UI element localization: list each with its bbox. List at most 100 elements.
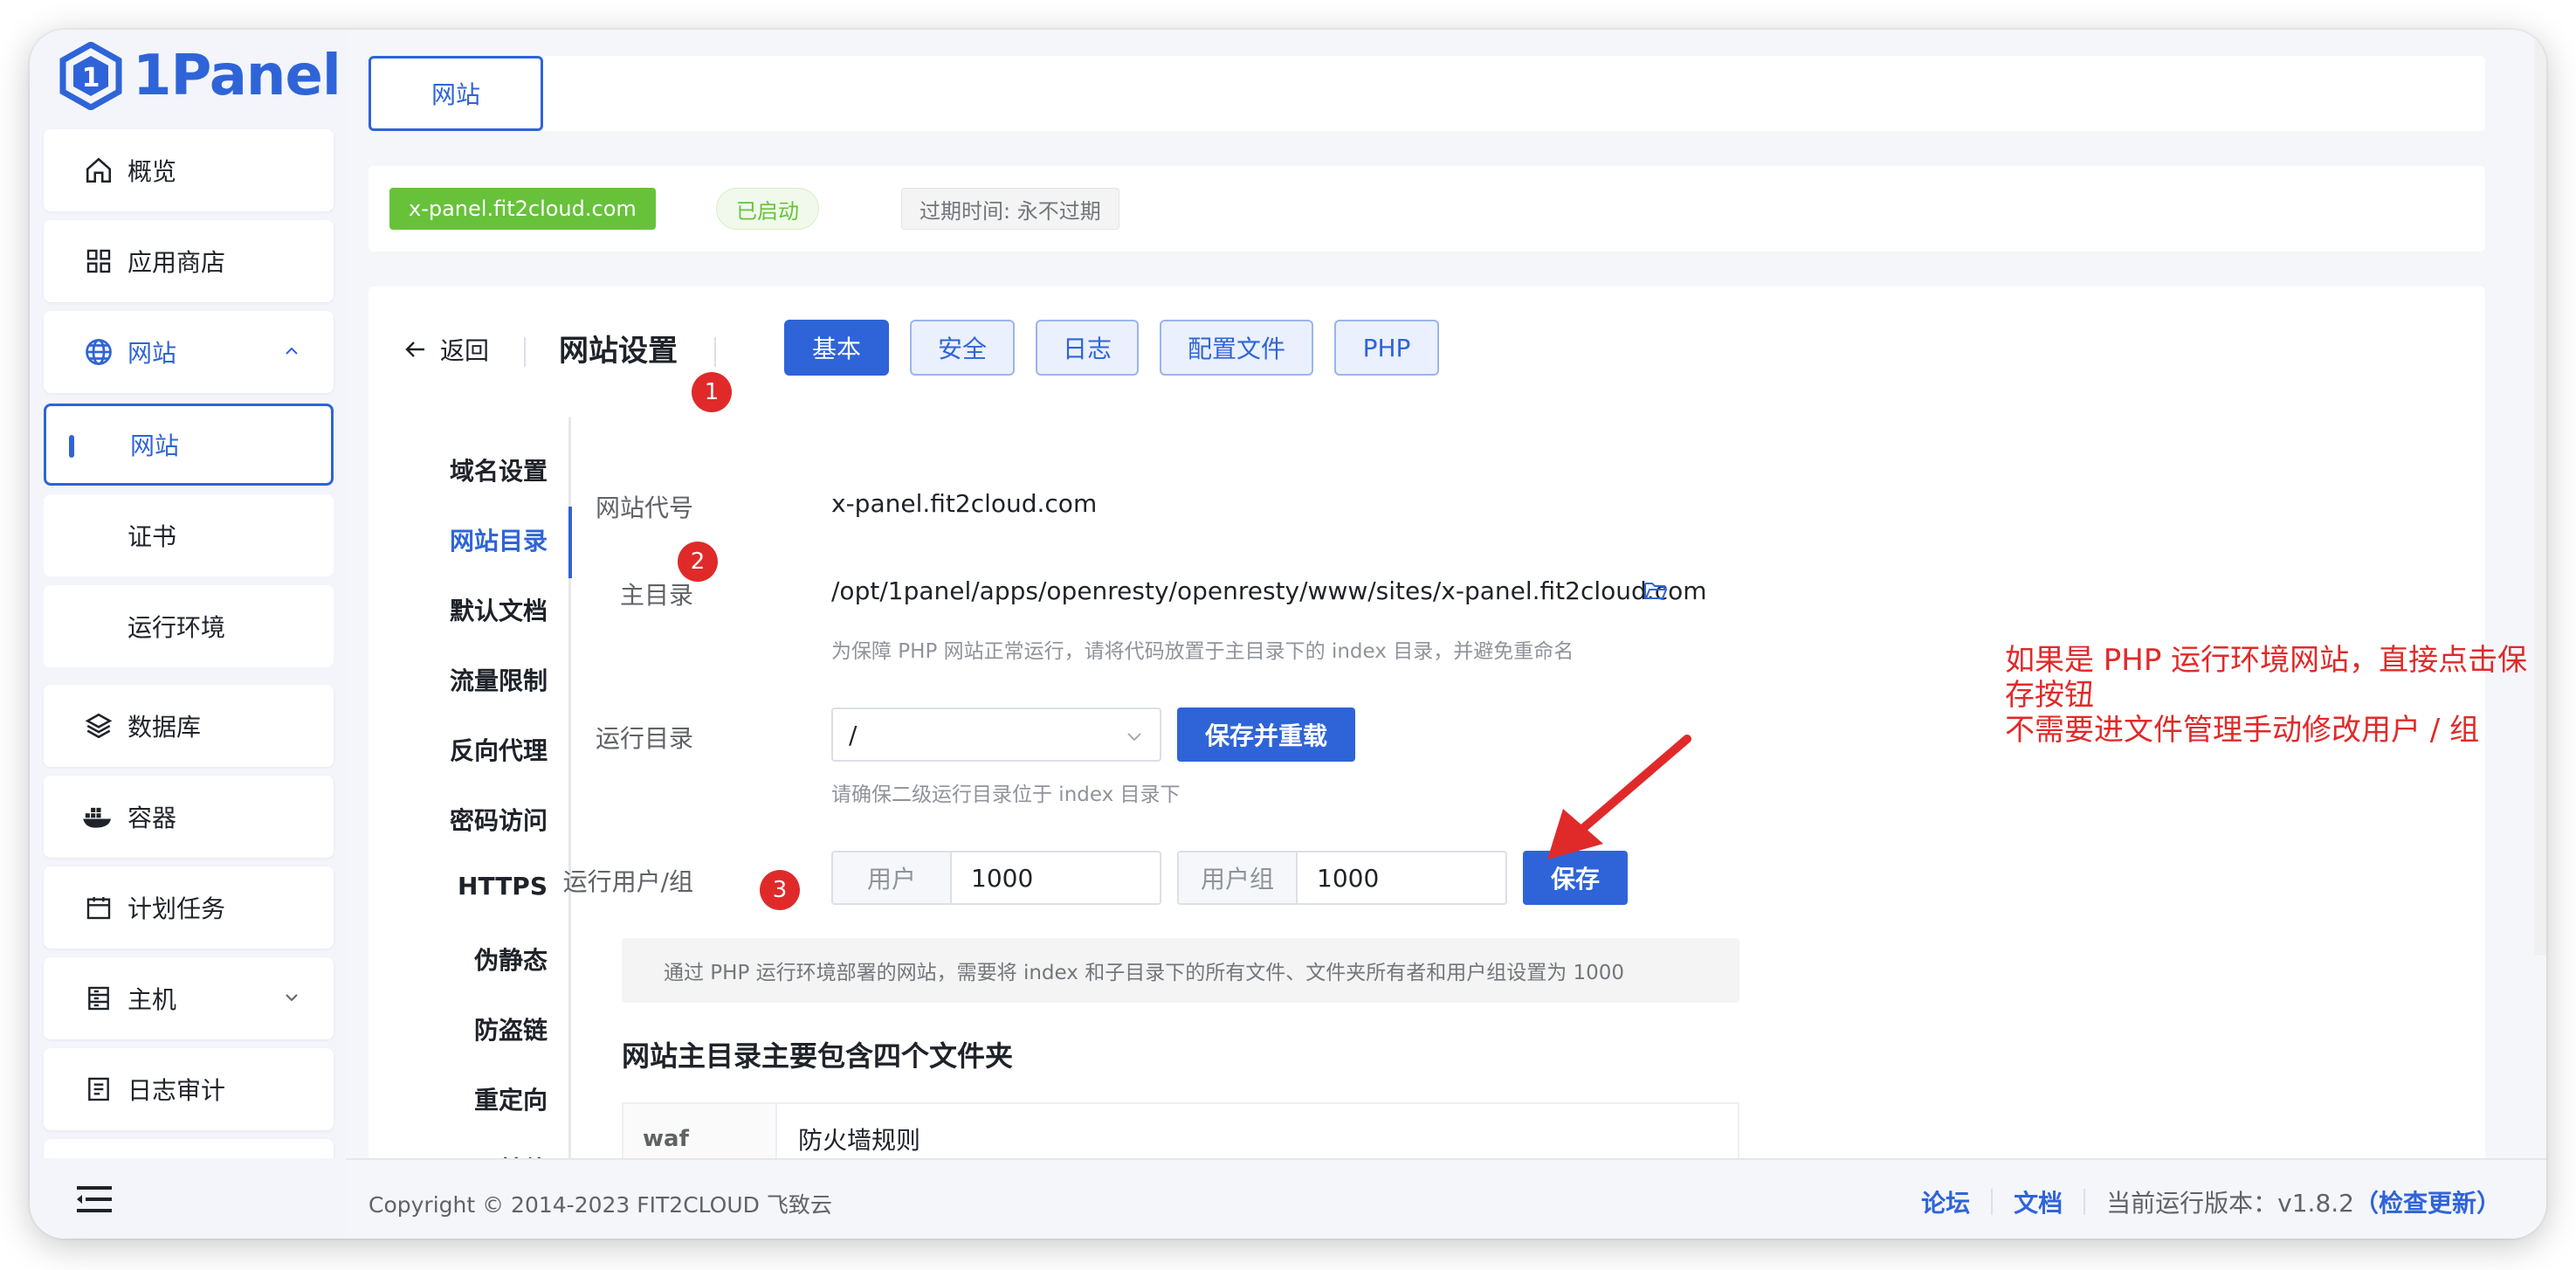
copyright: Copyright © 2014-2023 FIT2CLOUD 飞致云	[368, 1192, 832, 1218]
run-dir-select[interactable]: /	[831, 707, 1161, 762]
tab-php[interactable]: PHP	[1334, 320, 1439, 376]
sidebar-item-app-store[interactable]: 应用商店	[44, 220, 334, 302]
group-input[interactable]: 1000	[1298, 852, 1505, 903]
folder-open-icon[interactable]	[1643, 580, 1668, 601]
app-window: 1 1Panel 概览 应用商店 网站 网站 证书 运行环境 数据库 容器 计划…	[30, 30, 2546, 1239]
top-tab-bar: 网站	[368, 56, 2485, 131]
sidebar-item-container[interactable]: 容器	[44, 776, 334, 858]
calendar-icon	[82, 891, 115, 924]
subnav-default-doc[interactable]: 默认文档	[450, 592, 548, 627]
tab-website[interactable]: 网站	[368, 56, 543, 131]
svg-text:1: 1	[82, 63, 100, 93]
group-input-group[interactable]: 用户组 1000	[1177, 851, 1507, 905]
sidebar-footer	[30, 1158, 346, 1239]
tab-config-file[interactable]: 配置文件	[1160, 320, 1313, 376]
site-code-label: 网站代号	[595, 494, 693, 522]
tab-log[interactable]: 日志	[1036, 320, 1139, 376]
divider	[524, 337, 526, 367]
sidebar-item-label: 概览	[127, 157, 177, 186]
site-info-bar: x-panel.fit2cloud.com 已启动 过期时间: 永不过期	[368, 166, 2485, 252]
docs-link[interactable]: 文档	[2014, 1184, 2063, 1219]
vertical-scrollbar[interactable]	[2534, 30, 2546, 956]
folder-table: waf 防火墙规则	[622, 1102, 1739, 1160]
grid-icon	[82, 245, 115, 278]
tab-security[interactable]: 安全	[910, 320, 1015, 376]
log-icon	[82, 1073, 115, 1106]
divider	[2084, 1189, 2086, 1215]
annotation-badge-3: 3	[760, 870, 800, 910]
sidebar-item-label: 数据库	[127, 713, 202, 742]
subnav-rate-limit[interactable]: 流量限制	[450, 662, 548, 697]
docker-icon	[82, 800, 115, 833]
annotation-line-2: 不需要进文件管理手动修改用户 / 组	[2005, 713, 2480, 748]
subnav-reverse-proxy[interactable]: 反向代理	[450, 732, 548, 767]
sidebar-subitem-runtime[interactable]: 运行环境	[44, 585, 334, 667]
logo-text: 1Panel	[133, 44, 341, 108]
back-label: 返回	[440, 336, 490, 365]
sidebar-subitem-certificate[interactable]: 证书	[44, 494, 334, 576]
group-prefix: 用户组	[1179, 852, 1298, 903]
expire-tag: 过期时间: 永不过期	[901, 188, 1119, 230]
root-dir-value: /opt/1panel/apps/openresty/openresty/www…	[831, 576, 1707, 605]
globe-icon	[82, 335, 115, 369]
divider	[1991, 1189, 1994, 1215]
sidebar-item-log-audit[interactable]: 日志审计	[44, 1048, 334, 1130]
sidebar-item-overview[interactable]: 概览	[44, 129, 334, 211]
annotation-badge-1: 1	[692, 372, 732, 412]
sidebar-subitem-website[interactable]: 网站	[44, 404, 334, 486]
sidebar-item-website[interactable]: 网站	[44, 311, 334, 393]
main-area: 网站 x-panel.fit2cloud.com 已启动 过期时间: 永不过期 …	[346, 30, 2546, 1239]
user-input-group[interactable]: 用户 1000	[831, 851, 1161, 905]
divider	[714, 337, 716, 367]
sidebar-item-label: 日志审计	[127, 1076, 226, 1105]
arrow-left-icon	[405, 342, 424, 357]
user-input[interactable]: 1000	[952, 852, 1160, 903]
tab-basic[interactable]: 基本	[784, 320, 889, 376]
sidebar-item-label: 主机	[127, 985, 177, 1014]
sidebar-subitem-label: 网站	[130, 431, 180, 460]
sidebar-item-cron[interactable]: 计划任务	[44, 866, 334, 949]
sidebar-item-label: 网站	[127, 339, 177, 368]
save-reload-button[interactable]: 保存并重载	[1177, 707, 1355, 762]
footer: Copyright © 2014-2023 FIT2CLOUD 飞致云 论坛 文…	[346, 1158, 2546, 1239]
subnav-redirect[interactable]: 重定向	[474, 1081, 548, 1116]
chevron-up-icon	[286, 347, 298, 355]
subnav-https[interactable]: HTTPS	[458, 872, 548, 901]
sidebar-item-label: 容器	[127, 804, 177, 832]
sidebar-item-label: 应用商店	[127, 248, 226, 277]
settings-subnav: 域名设置 网站目录 默认文档 流量限制 反向代理 密码访问 HTTPS 伪静态 …	[368, 418, 571, 1160]
collapse-menu-icon[interactable]	[77, 1186, 112, 1212]
footer-links: 论坛 文档 当前运行版本：v1.8.2 （检查更新）	[1921, 1184, 2501, 1219]
chevron-down-icon	[286, 994, 298, 1002]
root-dir-label: 主目录	[619, 581, 693, 610]
subnav-hotlink[interactable]: 防盗链	[474, 1011, 548, 1046]
check-update-link[interactable]: （检查更新）	[2354, 1184, 2501, 1219]
user-prefix: 用户	[833, 852, 952, 903]
logo-icon: 1	[59, 42, 122, 110]
subnav-password-access[interactable]: 密码访问	[450, 802, 548, 837]
page-title: 网站设置	[559, 334, 678, 369]
run-user-label: 运行用户/组	[562, 867, 693, 896]
home-icon	[82, 154, 115, 187]
subnav-site-directory[interactable]: 网站目录	[450, 522, 548, 557]
info-alert: 通过 PHP 运行环境部署的网站，需要将 index 和子目录下的所有文件、文件…	[622, 938, 1739, 1003]
sidebar-item-database[interactable]: 数据库	[44, 685, 334, 767]
run-dir-label: 运行目录	[595, 724, 693, 753]
chevron-down-icon	[1127, 733, 1141, 742]
annotation-note: 如果是 PHP 运行环境网站，直接点击保存按钮 不需要进文件管理手动修改用户 /…	[2005, 643, 2546, 748]
sidebar: 1 1Panel 概览 应用商店 网站 网站 证书 运行环境 数据库 容器 计划…	[30, 30, 346, 1239]
forum-link[interactable]: 论坛	[1921, 1184, 1970, 1219]
selected-indicator	[69, 435, 74, 458]
subnav-domain[interactable]: 域名设置	[450, 452, 548, 487]
table-cell-name: waf	[623, 1104, 777, 1160]
server-icon	[82, 982, 115, 1015]
subnav-rewrite[interactable]: 伪静态	[474, 942, 548, 977]
site-code-value: x-panel.fit2cloud.com	[831, 489, 1098, 518]
version-label: 当前运行版本：v1.8.2	[2106, 1189, 2354, 1218]
layers-icon	[82, 709, 115, 742]
back-button[interactable]: 返回	[403, 332, 489, 367]
sidebar-subitem-label: 证书	[127, 522, 177, 551]
run-dir-hint: 请确保二级运行目录位于 index 目录下	[831, 783, 1181, 806]
logo[interactable]: 1 1Panel	[59, 37, 341, 115]
sidebar-item-host[interactable]: 主机	[44, 957, 334, 1039]
